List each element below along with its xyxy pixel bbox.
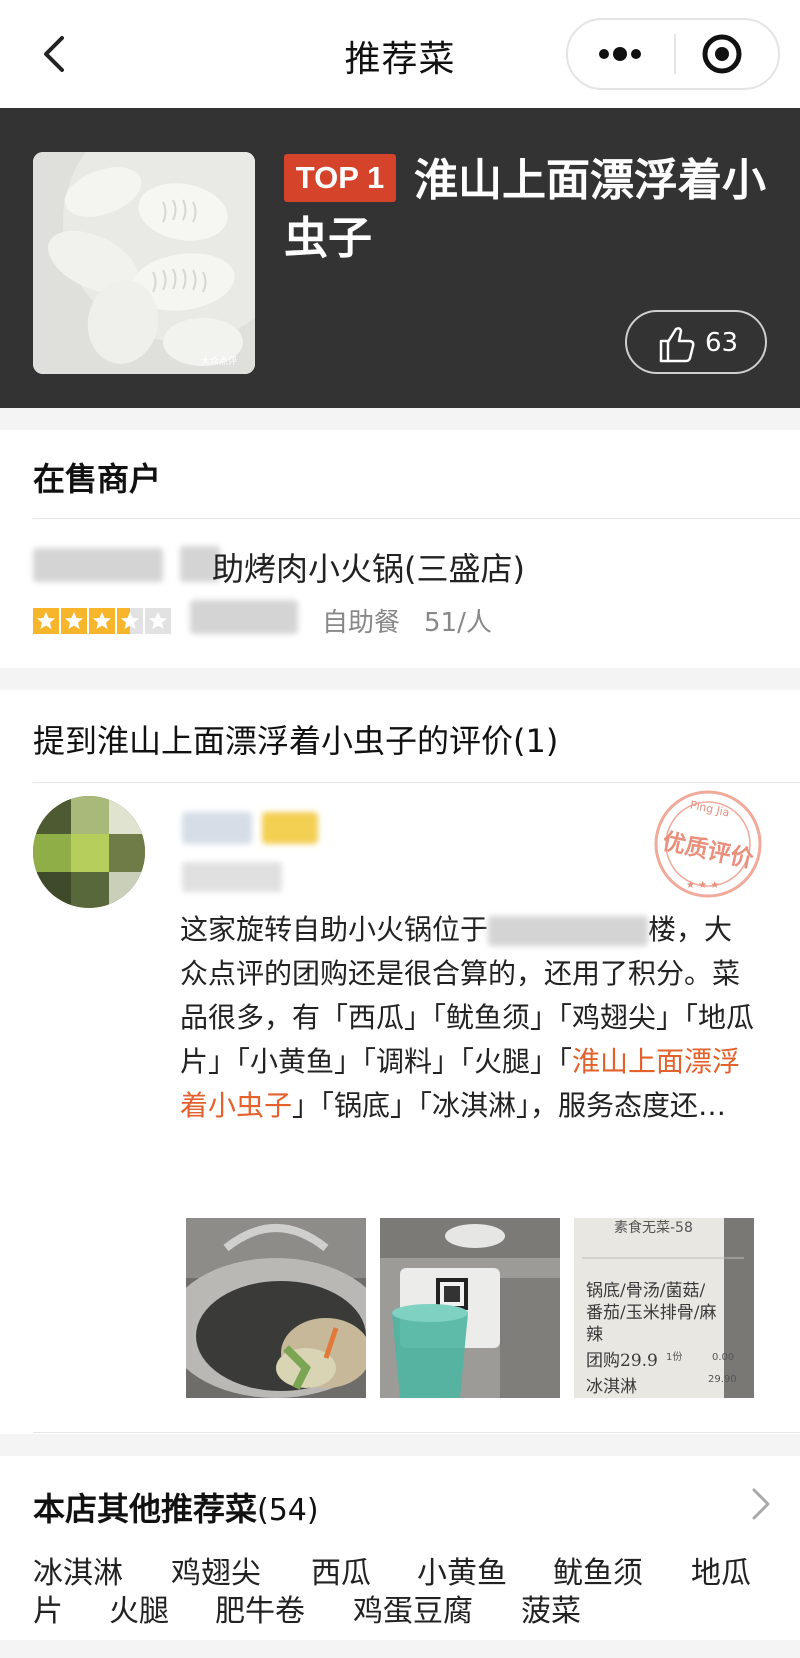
divider bbox=[33, 518, 800, 519]
redacted-text bbox=[488, 916, 649, 946]
thumbs-up-icon bbox=[659, 327, 695, 363]
redacted-date bbox=[182, 862, 282, 892]
redacted-username bbox=[182, 812, 252, 844]
receipt-line2: 番茄/玉米排骨/麻 bbox=[586, 1303, 716, 1323]
merchant-category: 自助餐 bbox=[322, 608, 401, 638]
other-dishes-title: 本店其他推荐菜(54) bbox=[33, 1484, 319, 1530]
quality-review-stamp: Ping Jia 优质评价 ★ ★ ★ bbox=[646, 788, 770, 900]
reviews-section-title: 提到淮山上面漂浮着小虫子的评价(1) bbox=[33, 722, 559, 760]
section-gap bbox=[0, 668, 800, 690]
stamp-main-text: 优质评价 bbox=[660, 829, 756, 874]
star-full-icon bbox=[33, 608, 59, 634]
mini-program-capsule bbox=[566, 18, 780, 90]
dish-title: 淮山上面漂浮着小虫子 bbox=[284, 155, 766, 264]
svg-text:★ ★ ★: ★ ★ ★ bbox=[686, 880, 719, 891]
receipt-line1: 锅底/骨汤/菌菇/ bbox=[586, 1281, 705, 1301]
star-full-icon bbox=[89, 608, 115, 634]
like-count: 63 bbox=[705, 328, 739, 358]
dish-tag[interactable]: 片 bbox=[33, 1586, 63, 1630]
dish-photo[interactable]: 大众点评 bbox=[33, 152, 255, 374]
review-text-suffix: 」「锅底」「冰淇淋」，服务态度还… bbox=[292, 1089, 727, 1122]
review-photo-receipt[interactable]: 素食无菜-58 锅底/骨汤/菌菇/ 番茄/玉米排骨/麻 辣 团购29.9 冰淇淋… bbox=[574, 1218, 754, 1398]
stamp-top-text: Ping Jia bbox=[689, 798, 731, 819]
other-dishes-title-text: 本店其他推荐菜 bbox=[33, 1490, 258, 1528]
avatar[interactable] bbox=[33, 796, 145, 908]
section-gap bbox=[0, 408, 800, 430]
review-photo-hotpot[interactable] bbox=[186, 1218, 366, 1398]
navigation-bar: 推荐菜 bbox=[0, 0, 800, 108]
like-button[interactable]: 63 bbox=[625, 310, 767, 374]
divider bbox=[33, 782, 800, 783]
section-gap bbox=[0, 1434, 800, 1456]
dish-tag[interactable]: 鸡蛋豆腐 bbox=[353, 1586, 473, 1630]
receipt-amount: 29.90 bbox=[708, 1374, 737, 1385]
star-empty-icon bbox=[145, 608, 171, 634]
dish-tag[interactable]: 菠菜 bbox=[521, 1586, 581, 1630]
receipt-line5: 冰淇淋 bbox=[586, 1377, 637, 1397]
merchant-section-title: 在售商户 bbox=[33, 460, 162, 498]
other-dishes-count: (54) bbox=[257, 1493, 319, 1528]
bottom-gap bbox=[0, 1640, 800, 1658]
dish-tag[interactable]: 火腿 bbox=[109, 1586, 169, 1630]
watermark-text: 大众点评 bbox=[201, 355, 237, 367]
rating-stars bbox=[33, 608, 171, 634]
dish-tag[interactable]: 肥牛卷 bbox=[215, 1586, 305, 1630]
merchant-price: 51/人 bbox=[424, 608, 492, 638]
review-text: 这家旋转自助小火锅位于 楼，大众点评的团购还是很合算的，还用了积分。菜品很多，有「… bbox=[180, 908, 760, 1128]
redacted-text bbox=[33, 548, 163, 582]
redacted-level-badge bbox=[262, 812, 318, 844]
receipt-line4: 团购29.9 bbox=[586, 1351, 658, 1371]
star-full-icon bbox=[61, 608, 87, 634]
receipt-line3: 辣 bbox=[586, 1325, 603, 1345]
dish-tag[interactable]: 地瓜 bbox=[691, 1548, 751, 1592]
receipt-qty: 1份 bbox=[666, 1351, 682, 1363]
close-mini-program-icon[interactable] bbox=[676, 20, 780, 88]
dish-hero: 大众点评 TOP 1 淮山上面漂浮着小虫子 63 bbox=[0, 108, 800, 408]
chevron-right-icon[interactable] bbox=[746, 1486, 776, 1522]
review-text-prefix: 这家旋转自助小火锅位于 bbox=[180, 913, 489, 946]
receipt-header: 素食无菜-58 bbox=[614, 1219, 693, 1236]
receipt-price: 0.00 bbox=[712, 1352, 734, 1363]
star-half-icon bbox=[117, 608, 143, 634]
review-photo-table[interactable] bbox=[380, 1218, 560, 1398]
merchant-name: 助烤肉小火锅(三盛店) bbox=[212, 550, 525, 588]
redacted-text bbox=[190, 600, 298, 634]
more-icon[interactable] bbox=[568, 20, 674, 88]
divider bbox=[33, 1432, 800, 1433]
